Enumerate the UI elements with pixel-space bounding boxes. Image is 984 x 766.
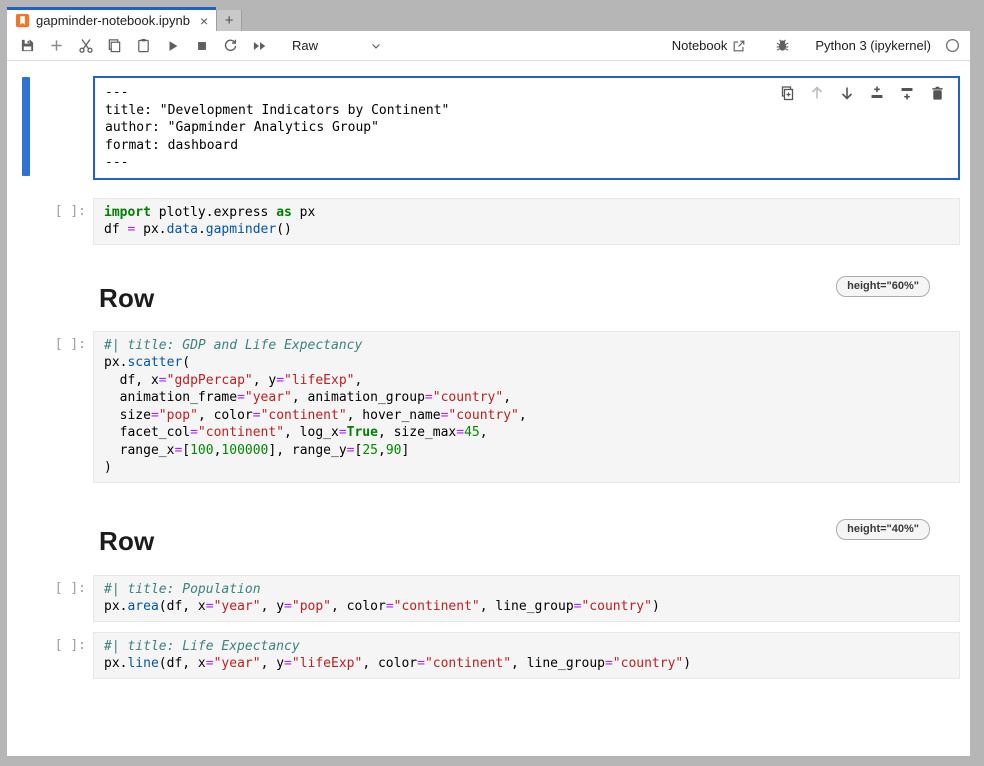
jupyterlab-window: gapminder-notebook.ipynb × + [7, 7, 970, 756]
paste-cells-button[interactable] [129, 34, 158, 58]
insert-above-icon [869, 85, 885, 101]
cell-height-badge: height="40%" [836, 519, 930, 540]
external-link-icon [732, 39, 746, 53]
cell-line: [ ]: #| title: Life Expectancypx.line(df… [7, 632, 960, 679]
cell-prompt: [ ]: [31, 575, 93, 622]
run-icon [166, 39, 180, 53]
stop-icon [195, 39, 209, 53]
cell-yaml-frontmatter: ---title: "Development Indicators by Con… [7, 76, 960, 180]
kernel-name[interactable]: Python 3 (ipykernel) [815, 38, 931, 53]
duplicate-icon [779, 85, 795, 101]
arrow-up-icon [809, 85, 825, 101]
raw-cell-editor[interactable]: ---title: "Development Indicators by Con… [93, 76, 960, 180]
insert-cell-above-button[interactable] [868, 84, 886, 102]
notebook-link-label: Notebook [672, 38, 728, 53]
bug-icon [775, 38, 790, 53]
delete-cell-button[interactable] [928, 84, 946, 102]
cell-type-dropdown[interactable]: Raw [284, 35, 388, 57]
code-cell-code[interactable]: #| title: GDP and Life Expectancypx.scat… [104, 337, 949, 477]
copy-icon [107, 38, 122, 53]
code-cell-editor[interactable]: #| title: Life Expectancypx.line(df, x="… [93, 632, 960, 679]
plus-icon [49, 38, 64, 53]
cell-scatter: [ ]: #| title: GDP and Life Expectancypx… [7, 331, 960, 483]
row-heading: Row [99, 273, 960, 314]
code-cell-code[interactable]: #| title: Populationpx.area(df, x="year"… [104, 581, 949, 616]
tab-gapminder-notebook[interactable]: gapminder-notebook.ipynb × [7, 7, 216, 31]
cell-type-value: Raw [292, 38, 318, 53]
scissors-icon [78, 38, 94, 54]
notebook-panel: ---title: "Development Indicators by Con… [7, 61, 970, 756]
code-cell-editor[interactable]: #| title: Populationpx.area(df, x="year"… [93, 575, 960, 622]
run-cell-button[interactable] [158, 34, 187, 58]
cell-prompt: [ ]: [31, 198, 93, 245]
window-frame: gapminder-notebook.ipynb × + [0, 0, 984, 766]
code-cell-editor[interactable]: import plotly.express as pxdf = px.data.… [93, 198, 960, 245]
insert-cell-button[interactable] [42, 34, 71, 58]
row-heading: Row [99, 516, 960, 557]
cell-prompt: [ ]: [31, 331, 93, 483]
restart-icon [223, 38, 238, 53]
kernel-status-icon[interactable] [945, 38, 960, 53]
cell-height-badge: height="60%" [836, 276, 930, 297]
code-cell-code[interactable]: import plotly.express as pxdf = px.data.… [104, 204, 949, 239]
save-button[interactable] [13, 34, 42, 58]
arrow-down-icon [839, 85, 855, 101]
tab-bar: gapminder-notebook.ipynb × + [7, 7, 970, 31]
interrupt-kernel-button[interactable] [187, 34, 216, 58]
cell-import: [ ]: import plotly.express as pxdf = px.… [7, 198, 960, 245]
cell-toolbar [778, 84, 946, 102]
insert-below-icon [899, 85, 915, 101]
tab-close-icon[interactable]: × [200, 14, 208, 28]
markdown-cell-row-1[interactable]: height="60%" Row [7, 273, 960, 323]
clipboard-icon [136, 38, 151, 53]
open-in-notebook-button[interactable]: Notebook [668, 38, 751, 53]
notebook-toolbar: Raw Notebook [7, 31, 970, 61]
save-icon [20, 38, 35, 53]
cut-cells-button[interactable] [71, 34, 100, 58]
restart-run-all-button[interactable] [245, 34, 274, 58]
plus-icon: + [225, 12, 234, 29]
active-cell-collapser[interactable] [22, 77, 30, 176]
code-cell-editor[interactable]: #| title: GDP and Life Expectancypx.scat… [93, 331, 960, 483]
tab-title: gapminder-notebook.ipynb [36, 13, 190, 28]
move-cell-down-button[interactable] [838, 84, 856, 102]
insert-cell-below-button[interactable] [898, 84, 916, 102]
cell-prompt: [ ]: [31, 632, 93, 679]
notebook-file-icon [15, 13, 30, 28]
new-tab-button[interactable]: + [216, 10, 242, 31]
copy-cells-button[interactable] [100, 34, 129, 58]
trash-icon [930, 86, 945, 101]
markdown-cell-row-2[interactable]: height="40%" Row [7, 516, 960, 566]
chevron-down-icon [370, 40, 382, 52]
cell-prompt [31, 76, 93, 180]
move-cell-up-button[interactable] [808, 84, 826, 102]
code-cell-code[interactable]: #| title: Life Expectancypx.line(df, x="… [104, 638, 949, 673]
restart-kernel-button[interactable] [216, 34, 245, 58]
fast-forward-icon [252, 39, 268, 53]
cell-area: [ ]: #| title: Populationpx.area(df, x="… [7, 575, 960, 622]
debugger-button[interactable] [768, 34, 797, 58]
duplicate-cell-button[interactable] [778, 84, 796, 102]
